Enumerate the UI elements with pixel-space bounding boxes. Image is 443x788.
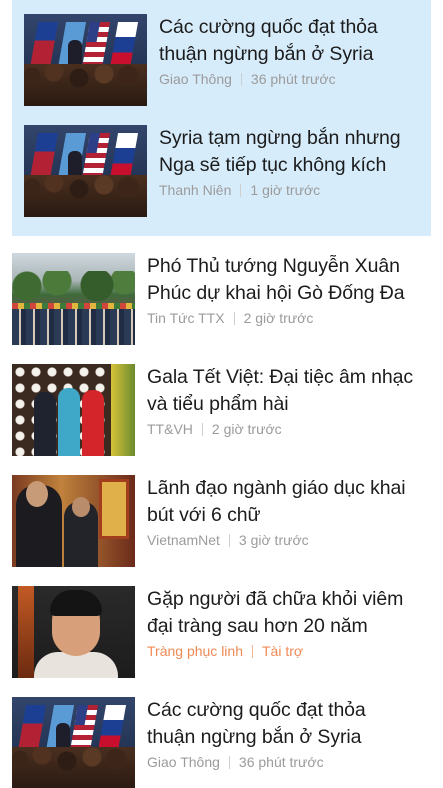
- news-item[interactable]: Các cường quốc đạt thỏa thuận ngừng bắn …: [12, 697, 417, 788]
- news-source: Thanh Niên: [159, 182, 232, 198]
- news-time: 3 giờ trước: [238, 532, 309, 548]
- news-source: TT&VH: [147, 421, 193, 437]
- news-title[interactable]: Các cường quốc đạt thỏa thuận ngừng bắn …: [159, 14, 429, 68]
- sponsored-label: Tài trợ: [261, 643, 304, 659]
- news-text: Gặp người đã chữa khỏi viêm đại tràng sa…: [147, 586, 417, 678]
- news-meta: Giao Thông 36 phút trước: [147, 754, 417, 770]
- news-title[interactable]: Gặp người đã chữa khỏi viêm đại tràng sa…: [147, 586, 417, 640]
- news-feed: Các cường quốc đạt thỏa thuận ngừng bắn …: [0, 0, 443, 788]
- meta-divider: [201, 423, 203, 436]
- news-item[interactable]: Phó Thủ tướng Nguyễn Xuân Phúc dự khai h…: [12, 253, 417, 345]
- news-title[interactable]: Lãnh đạo ngành giáo dục khai bút với 6 c…: [147, 475, 417, 529]
- news-time: 1 giờ trước: [250, 182, 321, 198]
- news-thumbnail[interactable]: [12, 364, 135, 456]
- news-time: 2 giờ trước: [243, 310, 314, 326]
- news-item[interactable]: Các cường quốc đạt thỏa thuận ngừng bắn …: [24, 14, 429, 106]
- news-text: Lãnh đạo ngành giáo dục khai bút với 6 c…: [147, 475, 417, 567]
- meta-divider: [228, 756, 230, 769]
- news-text: Syria tạm ngừng bắn nhưng Nga sẽ tiếp tụ…: [159, 125, 429, 217]
- news-thumbnail[interactable]: [24, 14, 147, 106]
- news-text: Các cường quốc đạt thỏa thuận ngừng bắn …: [147, 697, 417, 788]
- news-time: 36 phút trước: [250, 71, 336, 87]
- news-text: Gala Tết Việt: Đại tiệc âm nhạc và tiểu …: [147, 364, 417, 456]
- news-source: VietnamNet: [147, 532, 220, 548]
- news-item[interactable]: Gala Tết Việt: Đại tiệc âm nhạc và tiểu …: [12, 364, 417, 456]
- meta-divider: [240, 73, 242, 86]
- news-thumbnail[interactable]: [12, 697, 135, 788]
- news-thumbnail[interactable]: [12, 253, 135, 345]
- news-meta: Giao Thông 36 phút trước: [159, 71, 429, 87]
- news-title[interactable]: Syria tạm ngừng bắn nhưng Nga sẽ tiếp tụ…: [159, 125, 429, 179]
- news-meta: TT&VH 2 giờ trước: [147, 421, 417, 437]
- news-source: Giao Thông: [147, 754, 220, 770]
- news-time: 36 phút trước: [238, 754, 324, 770]
- meta-divider: [228, 534, 230, 547]
- news-item[interactable]: Syria tạm ngừng bắn nhưng Nga sẽ tiếp tụ…: [24, 125, 429, 217]
- news-meta: Tràng phục linh Tài trợ: [147, 643, 417, 659]
- news-thumbnail[interactable]: [12, 586, 135, 678]
- news-title[interactable]: Các cường quốc đạt thỏa thuận ngừng bắn …: [147, 697, 417, 751]
- news-title[interactable]: Phó Thủ tướng Nguyễn Xuân Phúc dự khai h…: [147, 253, 417, 307]
- news-meta: Thanh Niên 1 giờ trước: [159, 182, 429, 198]
- news-meta: VietnamNet 3 giờ trước: [147, 532, 417, 548]
- news-title[interactable]: Gala Tết Việt: Đại tiệc âm nhạc và tiểu …: [147, 364, 417, 418]
- news-thumbnail[interactable]: [12, 475, 135, 567]
- meta-divider: [233, 312, 235, 325]
- meta-divider: [251, 645, 253, 658]
- meta-divider: [240, 184, 242, 197]
- news-source: Tin Tức TTX: [147, 310, 225, 326]
- news-time: 2 giờ trước: [211, 421, 282, 437]
- news-thumbnail[interactable]: [24, 125, 147, 217]
- news-text: Phó Thủ tướng Nguyễn Xuân Phúc dự khai h…: [147, 253, 417, 345]
- news-item[interactable]: Lãnh đạo ngành giáo dục khai bút với 6 c…: [12, 475, 417, 567]
- news-meta: Tin Tức TTX 2 giờ trước: [147, 310, 417, 326]
- news-source: Giao Thông: [159, 71, 232, 87]
- sponsor-name: Tràng phục linh: [147, 643, 243, 659]
- news-text: Các cường quốc đạt thỏa thuận ngừng bắn …: [159, 14, 429, 106]
- sponsored-item[interactable]: Gặp người đã chữa khỏi viêm đại tràng sa…: [12, 586, 417, 678]
